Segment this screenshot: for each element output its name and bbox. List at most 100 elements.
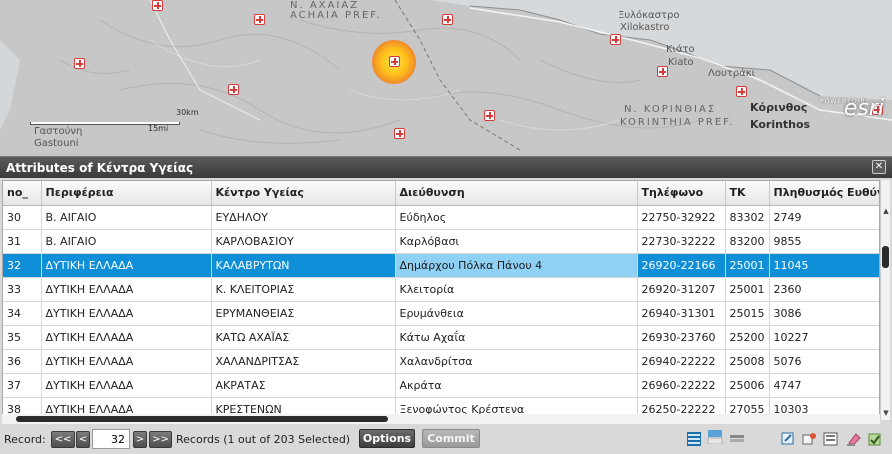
cell-address: Καρλόβασι: [395, 229, 638, 254]
cell-postcode: 25001: [725, 277, 770, 302]
health-center-marker[interactable]: [254, 14, 265, 25]
cell-region: ΔΥΤΙΚΗ ΕΛΛΑΔΑ: [41, 277, 212, 302]
table-row[interactable]: 31 Β. ΑΙΓΑΙΟ ΚΑΡΛΟΒΑΣΙΟΥ Καρλόβασι 22730…: [3, 229, 879, 254]
options-button[interactable]: Options: [359, 429, 415, 448]
cell-phone: 26920-22166: [637, 253, 726, 278]
table-header-row: no_ Περιφέρεια Κέντρο Υγείας Διεύθυνση Τ…: [3, 181, 879, 206]
commit-button[interactable]: Commit: [422, 429, 480, 448]
map-label-xilokastro: Xilokastro: [620, 22, 670, 33]
table-row[interactable]: 35 ΔΥΤΙΚΗ ΕΛΛΑΔΑ ΚΑΤΩ ΑΧΑΪΑΣ Κάτω Αχαΐα …: [3, 325, 879, 350]
cell-region: Β. ΑΙΓΑΙΟ: [41, 229, 212, 254]
table-row[interactable]: 37 ΔΥΤΙΚΗ ΕΛΛΑΔΑ ΑΚΡΑΤΑΣ Ακράτα 26960-22…: [3, 373, 879, 398]
map-view[interactable]: N. AXAIAZ ACHAIA PREF. N. KOPINΘIAΣ KORI…: [0, 0, 892, 158]
health-center-marker[interactable]: [657, 66, 668, 77]
cell-no: 30: [3, 205, 42, 230]
cell-population: 10227: [769, 325, 879, 350]
scale-mi-label: 15mi: [148, 124, 169, 133]
column-header-phone[interactable]: Τηλέφωνο: [637, 181, 726, 206]
table-row[interactable]: 34 ΔΥΤΙΚΗ ΕΛΛΑΔΑ ΕΡΥΜΑΝΘΕΙΑΣ Ερυμάνθεια …: [3, 301, 879, 326]
attribute-table-panel: Attributes of Κέντρα Υγείας ✕ no_ Περιφέ…: [0, 156, 892, 454]
health-center-marker[interactable]: [484, 110, 495, 121]
health-center-marker[interactable]: [610, 34, 621, 45]
cell-region: ΔΥΤΙΚΗ ΕΛΛΑΔΑ: [41, 349, 212, 374]
cell-address-active[interactable]: Δημάρχου Πόλκα Πάνου 4: [395, 253, 638, 278]
cell-no: 34: [3, 301, 42, 326]
cell-address: Ερυμάνθεια: [395, 301, 638, 326]
cell-health-center: ΚΑΡΛΟΒΑΣΙΟΥ: [211, 229, 396, 254]
scroll-down-icon[interactable]: ▼: [882, 408, 890, 418]
zoom-to-selected-icon[interactable]: [781, 432, 797, 446]
attribute-table: no_ Περιφέρεια Κέντρο Υγείας Διεύθυνση Τ…: [3, 181, 879, 419]
cell-no: 37: [3, 373, 42, 398]
column-header-health-center[interactable]: Κέντρο Υγείας: [211, 181, 396, 206]
health-center-marker[interactable]: [74, 58, 85, 69]
attribute-grid[interactable]: no_ Περιφέρεια Κέντρο Υγείας Διεύθυνση Τ…: [2, 180, 880, 420]
panel-titlebar[interactable]: Attributes of Κέντρα Υγείας ✕: [0, 156, 892, 178]
cell-phone: 22750-32922: [637, 205, 726, 230]
cell-postcode: 83200: [725, 229, 770, 254]
health-center-marker[interactable]: [442, 14, 453, 25]
health-center-marker[interactable]: [394, 128, 405, 139]
settings-icon[interactable]: [867, 432, 883, 446]
horizontal-scroll-thumb[interactable]: [16, 416, 388, 422]
cell-population: 5076: [769, 349, 879, 374]
previous-record-button[interactable]: <: [76, 431, 90, 448]
column-header-region[interactable]: Περιφέρεια: [41, 181, 212, 206]
cell-population: 2360: [769, 277, 879, 302]
cell-population: 4747: [769, 373, 879, 398]
cell-health-center: ΚΑΤΩ ΑΧΑΪΑΣ: [211, 325, 396, 350]
scale-km-label: 30km: [176, 108, 199, 117]
records-selected-status: Records (1 out of 203 Selected): [176, 433, 351, 446]
cell-phone: 26920-31207: [637, 277, 726, 302]
health-center-marker[interactable]: [736, 86, 747, 97]
record-number-input[interactable]: [92, 429, 130, 449]
minimized-view-icon[interactable]: [729, 435, 745, 449]
column-header-postcode[interactable]: ΤΚ: [725, 181, 770, 206]
cell-population: 2749: [769, 205, 879, 230]
cell-postcode: 25006: [725, 373, 770, 398]
split-view-icon[interactable]: [707, 430, 723, 444]
cell-health-center: Κ. ΚΛΕΙΤΟΡΙΑΣ: [211, 277, 396, 302]
last-record-button[interactable]: >>: [149, 431, 172, 448]
close-icon[interactable]: ✕: [872, 160, 886, 174]
cell-region: Β. ΑΙΓΑΙΟ: [41, 205, 212, 230]
selected-health-center-marker[interactable]: [389, 56, 400, 67]
cell-address: Χαλανδρίτσα: [395, 349, 638, 374]
cell-postcode: 25008: [725, 349, 770, 374]
scroll-up-icon[interactable]: ▲: [882, 206, 890, 216]
column-header-population[interactable]: Πληθυσμός Ευθύνης: [769, 181, 879, 206]
column-header-no[interactable]: no_: [3, 181, 42, 206]
table-row[interactable]: 30 Β. ΑΙΓΑΙΟ ΕΥΔΗΛΟΥ Εύδηλος 22750-32922…: [3, 205, 879, 230]
export-table-icon[interactable]: [823, 432, 839, 446]
select-features-icon[interactable]: [802, 432, 818, 446]
health-center-marker[interactable]: [228, 84, 239, 95]
cell-postcode: 25015: [725, 301, 770, 326]
cell-no: 35: [3, 325, 42, 350]
cell-population: 3086: [769, 301, 879, 326]
cell-region: ΔΥΤΙΚΗ ΕΛΛΑΔΑ: [41, 253, 212, 278]
cell-phone: 26930-23760: [637, 325, 726, 350]
table-footer: Record: << < > >> Records (1 out of 203 …: [0, 426, 892, 454]
record-label: Record:: [4, 433, 46, 446]
map-label-korinthia-gr: N. KOPINΘIAΣ: [624, 104, 717, 115]
table-row[interactable]: 33 ΔΥΤΙΚΗ ΕΛΛΑΔΑ Κ. ΚΛΕΙΤΟΡΙΑΣ Κλειτορία…: [3, 277, 879, 302]
cell-no: 33: [3, 277, 42, 302]
table-row[interactable]: 36 ΔΥΤΙΚΗ ΕΛΛΑΔΑ ΧΑΛΑΝΔΡΙΤΣΑΣ Χαλανδρίτσ…: [3, 349, 879, 374]
cell-no: 31: [3, 229, 42, 254]
horizontal-scrollbar[interactable]: [2, 414, 880, 424]
health-center-marker[interactable]: [152, 0, 163, 11]
table-row-selected[interactable]: 32 ΔΥΤΙΚΗ ΕΛΛΑΔΑ ΚΑΛΑΒΡΥΤΩΝ Δημάρχου Πόλ…: [3, 253, 879, 278]
panel-title: Attributes of Κέντρα Υγείας: [6, 161, 194, 175]
vertical-scrollbar[interactable]: ▲ ▼: [880, 180, 890, 420]
map-label-korinthos: Korinthos: [750, 118, 811, 131]
table-view-icon[interactable]: [686, 432, 702, 446]
vertical-scroll-thumb[interactable]: [882, 246, 889, 268]
map-label-korinthia: KORINTHIA PREF.: [620, 117, 735, 128]
clear-selection-icon[interactable]: [846, 432, 862, 446]
cell-phone: 26960-22222: [637, 373, 726, 398]
column-header-address[interactable]: Διεύθυνση: [395, 181, 638, 206]
first-record-button[interactable]: <<: [51, 431, 75, 448]
cell-region: ΔΥΤΙΚΗ ΕΛΛΑΔΑ: [41, 325, 212, 350]
next-record-button[interactable]: >: [133, 431, 147, 448]
map-label-kiato-gr: Κιάτο: [666, 44, 695, 55]
